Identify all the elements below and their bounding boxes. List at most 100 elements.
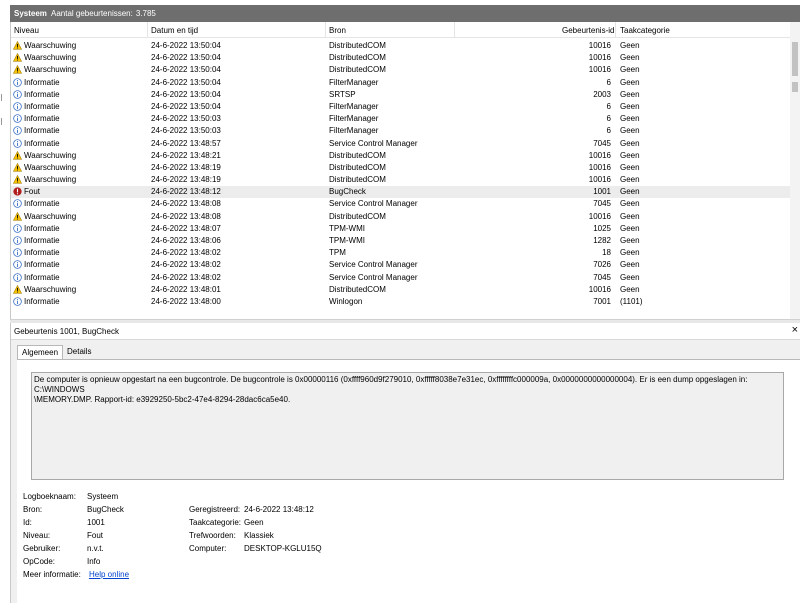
column-date[interactable]: Datum en tijd (151, 26, 198, 35)
log-title: Systeem (14, 9, 47, 18)
row-event-id: 7001 (593, 296, 611, 306)
warning-icon (12, 211, 23, 221)
table-row[interactable]: Waarschuwing 24-6-2022 13:48:01 Distribute… (11, 284, 791, 296)
tab-general[interactable]: Algemeen (17, 345, 64, 359)
row-category: Geen (620, 150, 640, 160)
column-source[interactable]: Bron (329, 26, 346, 35)
events-list: Waarschuwing 24-6-2022 13:50:04 Distribute… (11, 40, 791, 308)
events-table: Niveau Datum en tijd Bron Gebeurtenis-id… (10, 22, 800, 319)
scrollbar-thumb[interactable] (792, 42, 798, 76)
table-row[interactable]: Fout 24-6-2022 13:48:12 BugCheck 1001 Geen (11, 186, 791, 199)
row-category: (1101) (620, 296, 643, 306)
table-row[interactable]: Informatie 24-6-2022 13:48:08 Service Cont… (11, 198, 791, 210)
row-level: Informatie (24, 126, 60, 136)
table-row[interactable]: Informatie 24-6-2022 13:50:04 FilterManage… (11, 101, 791, 113)
table-row[interactable]: Informatie 24-6-2022 13:48:00 Winlogon 7001… (11, 296, 791, 308)
table-row[interactable]: Waarschuwing 24-6-2022 13:50:04 Distribute… (11, 52, 791, 64)
table-row[interactable]: Waarschuwing 24-6-2022 13:48:19 Distribute… (11, 162, 791, 174)
row-category: Geen (620, 162, 640, 172)
info-icon (13, 297, 22, 306)
table-row[interactable]: Informatie 24-6-2022 13:48:06 TPM-WMI 1282 G… (11, 235, 791, 247)
tab-details[interactable]: Details (63, 345, 95, 359)
row-date: 24-6-2022 13:48:02 (151, 248, 221, 258)
table-row[interactable]: Waarschuwing 24-6-2022 13:48:08 Distribute… (11, 211, 791, 223)
row-source: DistributedCOM (329, 162, 386, 172)
row-date: 24-6-2022 13:48:07 (151, 223, 221, 233)
table-row[interactable]: Informatie 24-6-2022 13:50:03 FilterManage… (11, 113, 791, 125)
table-row[interactable]: Informatie 24-6-2022 13:48:57 Service Cont… (11, 138, 791, 150)
table-row[interactable]: Informatie 24-6-2022 13:48:02 TPM 18 Geen (11, 247, 791, 259)
table-row[interactable]: Informatie 24-6-2022 13:50:04 FilterManage… (11, 77, 791, 89)
row-category: Geen (620, 248, 640, 258)
general-tab-content: De computer is opnieuw opgestart na een … (17, 359, 800, 603)
warning-icon (12, 162, 23, 172)
level-label: Niveau: (23, 531, 51, 540)
info-icon (13, 89, 22, 99)
row-level: Informatie (24, 199, 60, 209)
source-label: Bron: (23, 505, 43, 514)
scrollbar-thumb[interactable] (792, 82, 798, 92)
table-row[interactable]: Informatie 24-6-2022 13:48:02 Service Cont… (11, 259, 791, 271)
row-event-id: 1025 (593, 223, 611, 233)
column-level[interactable]: Niveau (14, 26, 39, 35)
row-category: Geen (620, 114, 640, 124)
id-value: 1001 (87, 518, 105, 527)
source-value: BugCheck (87, 505, 124, 514)
table-row[interactable]: Waarschuwing 24-6-2022 13:48:21 Distribute… (11, 150, 791, 162)
row-date: 24-6-2022 13:50:03 (151, 126, 221, 136)
column-category[interactable]: Taakcategorie (620, 26, 670, 35)
row-date: 24-6-2022 13:48:01 (151, 284, 221, 294)
row-level: Waarschuwing (24, 284, 77, 294)
row-source: Service Control Manager (329, 199, 418, 209)
row-level: Informatie (24, 89, 60, 99)
id-label: Id: (23, 518, 32, 527)
row-level: Informatie (24, 236, 60, 245)
row-source: DistributedCOM (329, 150, 386, 160)
table-row[interactable]: Informatie 24-6-2022 13:48:07 TPM-WMI 1025 G… (11, 223, 791, 235)
row-event-id: 6 (606, 126, 611, 136)
table-row[interactable]: Informatie 24-6-2022 13:50:04 SRTSP 2003 Gee… (11, 89, 791, 101)
level-value: Fout (87, 531, 104, 540)
row-level: Waarschuwing (24, 53, 77, 63)
row-event-id: 1282 (593, 236, 611, 245)
row-level: Waarschuwing (24, 162, 77, 172)
row-date: 24-6-2022 13:48:08 (151, 211, 221, 221)
row-event-id: 2003 (593, 89, 611, 99)
row-event-id: 10016 (588, 211, 611, 221)
row-source: DistributedCOM (329, 284, 386, 294)
table-row[interactable]: Waarschuwing 24-6-2022 13:50:04 Distribute… (11, 40, 791, 52)
row-category: Geen (620, 175, 640, 185)
close-icon[interactable]: × (792, 324, 798, 336)
keywords-label: Trefwoorden: (189, 531, 236, 540)
row-event-id: 10016 (588, 41, 611, 50)
row-event-id: 7045 (593, 199, 611, 209)
row-source: Service Control Manager (329, 138, 418, 148)
row-category: Geen (620, 77, 640, 87)
row-source: DistributedCOM (329, 65, 386, 75)
row-source: DistributedCOM (329, 175, 386, 185)
row-date: 24-6-2022 13:48:19 (151, 175, 221, 185)
event-detail-pane: Gebeurtenis 1001, BugCheck × Algemeen De… (10, 323, 800, 603)
warning-icon (12, 53, 23, 62)
table-row[interactable]: Informatie 24-6-2022 13:48:02 Service Cont… (11, 272, 791, 284)
task-category-label: Taakcategorie: (189, 518, 242, 527)
info-icon (13, 272, 22, 282)
table-row[interactable]: Waarschuwing 24-6-2022 13:50:04 Distribute… (11, 64, 791, 76)
more-info-label: Meer informatie: (23, 570, 81, 579)
error-icon (13, 187, 22, 196)
help-online-link[interactable]: Help online (89, 570, 129, 579)
computer-label: Computer: (189, 544, 227, 553)
panel-header: Systeem Aantal gebeurtenissen: 3.785 (10, 5, 800, 22)
row-date: 24-6-2022 13:48:12 (151, 187, 221, 197)
user-value: n.v.t. (87, 544, 104, 553)
table-row[interactable]: Waarschuwing 24-6-2022 13:48:19 Distribute… (11, 174, 791, 186)
row-source: Winlogon (329, 296, 363, 306)
vertical-scrollbar[interactable] (790, 22, 800, 319)
row-source: FilterManager (329, 114, 379, 124)
info-icon (13, 138, 22, 148)
logged-label: Geregistreerd: (189, 505, 241, 514)
row-date: 24-6-2022 13:48:00 (151, 296, 221, 306)
column-event-id[interactable]: Gebeurtenis-id (562, 26, 614, 35)
table-row[interactable]: Informatie 24-6-2022 13:50:03 FilterManage… (11, 125, 791, 137)
row-source: TPM (329, 248, 346, 258)
